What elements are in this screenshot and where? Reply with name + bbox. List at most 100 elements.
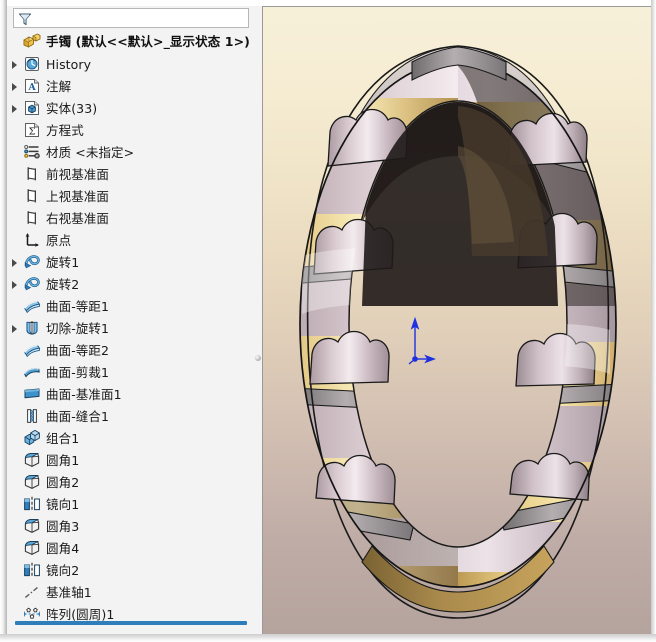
surface-plane-icon <box>22 385 43 405</box>
tree-item[interactable]: Σ 方程式 <box>7 120 254 142</box>
tree-item-label: 曲面-等距2 <box>46 342 110 358</box>
tree-item[interactable]: 曲面-基准面1 <box>7 384 254 406</box>
tree-item-expander[interactable] <box>7 318 22 340</box>
revolve-icon <box>22 275 43 295</box>
tree-item[interactable]: 基准轴1 <box>7 582 254 604</box>
tree-item-expander-empty <box>7 582 22 604</box>
feature-manager-panel: 手镯 (默认<<默认>_显示状态 1>) History A 注解实体(33) Σ 方程… <box>7 6 254 634</box>
tree-item-label: 镜向2 <box>46 562 80 578</box>
tree-item-expander-empty <box>7 362 22 384</box>
tree-item-expander[interactable] <box>7 76 22 98</box>
tree-filter-input[interactable] <box>13 8 249 28</box>
tree-item[interactable]: 前视基准面 <box>7 164 254 186</box>
feature-tree-scroll-area[interactable]: 手镯 (默认<<默认>_显示状态 1>) History A 注解实体(33) Σ 方程… <box>7 30 254 626</box>
tree-item[interactable]: 圆角4 <box>7 538 254 560</box>
tree-item[interactable]: 上视基准面 <box>7 186 254 208</box>
tree-item[interactable]: A 注解 <box>7 76 254 98</box>
tree-item[interactable]: 镜向1 <box>7 494 254 516</box>
tree-item-label: 阵列(圆周)1 <box>46 606 115 622</box>
revolve-icon <box>22 253 43 273</box>
surface-offset-icon <box>22 297 43 317</box>
tree-item[interactable]: 镜向2 <box>7 560 254 582</box>
tree-item-label: 旋转2 <box>46 276 80 292</box>
tree-item[interactable]: 曲面-缝合1 <box>7 406 254 428</box>
tree-item-expander-empty <box>7 538 22 560</box>
tree-item-expander-empty <box>7 450 22 472</box>
tree-root-expander[interactable] <box>7 31 22 53</box>
tree-item[interactable]: 旋转1 <box>7 252 254 274</box>
tree-item-label: 曲面-基准面1 <box>46 386 122 402</box>
tree-item[interactable]: 圆角3 <box>7 516 254 538</box>
tree-item-label: 右视基准面 <box>46 210 110 226</box>
tree-item-expander-empty <box>7 208 22 230</box>
tree-item-label: 旋转1 <box>46 254 80 270</box>
tree-item-expander-empty <box>7 340 22 362</box>
tree-item-expander-empty <box>7 384 22 406</box>
tree-item-expander-empty <box>7 230 22 252</box>
plane-icon <box>22 209 43 229</box>
tree-item-expander-empty <box>7 164 22 186</box>
tree-item-expander-empty <box>7 406 22 428</box>
revolve-cut-icon <box>22 319 43 339</box>
tree-item-label: 切除-旋转1 <box>46 320 110 336</box>
tree-item-label: 镜向1 <box>46 496 80 512</box>
fillet-icon <box>22 473 43 493</box>
tree-item[interactable]: 圆角1 <box>7 450 254 472</box>
tree-item-expander-empty <box>7 472 22 494</box>
tree-item-label: 组合1 <box>46 430 80 446</box>
tree-item-label: 圆角4 <box>46 540 80 556</box>
surface-offset-icon <box>22 341 43 361</box>
tree-item-label: 曲面-等距1 <box>46 298 110 314</box>
tree-root-label: 手镯 (默认<<默认>_显示状态 1>) <box>46 33 250 49</box>
splitter-handle[interactable] <box>255 355 261 361</box>
plane-icon <box>22 187 43 207</box>
mirror-icon <box>22 495 43 515</box>
tree-root-item[interactable]: 手镯 (默认<<默认>_显示状态 1>) <box>7 30 254 54</box>
tree-item-expander-empty <box>7 142 22 164</box>
fillet-icon <box>22 451 43 471</box>
mirror-icon <box>22 561 43 581</box>
tree-item-expander[interactable] <box>7 54 22 76</box>
annotations-icon: A <box>22 77 43 97</box>
tree-item[interactable]: 圆角2 <box>7 472 254 494</box>
tree-item-label: 上视基准面 <box>46 188 110 204</box>
plane-icon <box>22 165 43 185</box>
tree-item[interactable]: 曲面-等距2 <box>7 340 254 362</box>
tree-item-label: 圆角1 <box>46 452 80 468</box>
origin-icon <box>22 231 43 251</box>
tree-item-label: 前视基准面 <box>46 166 110 182</box>
rollback-bar[interactable] <box>15 621 247 625</box>
tree-item-label: 圆角3 <box>46 518 80 534</box>
combine-icon <box>22 429 43 449</box>
tree-item-label: 实体(33) <box>46 100 98 116</box>
panel-splitter[interactable] <box>254 6 262 634</box>
filter-funnel-icon <box>17 11 33 27</box>
tree-item-expander-empty <box>7 120 22 142</box>
tree-item-expander[interactable] <box>7 252 22 274</box>
tree-item-label: 曲面-剪裁1 <box>46 364 110 380</box>
tree-item[interactable]: 组合1 <box>7 428 254 450</box>
tree-item[interactable]: 实体(33) <box>7 98 254 120</box>
surface-knit-icon <box>22 407 43 427</box>
tree-item[interactable]: 曲面-等距1 <box>7 296 254 318</box>
material-icon <box>22 143 43 163</box>
tree-item-expander[interactable] <box>7 98 22 120</box>
fillet-icon <box>22 539 43 559</box>
tree-item[interactable]: 原点 <box>7 230 254 252</box>
tree-item[interactable]: 曲面-剪裁1 <box>7 362 254 384</box>
tree-item-expander-empty <box>7 186 22 208</box>
tree-item[interactable]: 右视基准面 <box>7 208 254 230</box>
tree-item[interactable]: 材质 <未指定> <box>7 142 254 164</box>
tree-item-expander[interactable] <box>7 274 22 296</box>
tree-item[interactable]: 旋转2 <box>7 274 254 296</box>
tree-item[interactable]: History <box>7 54 254 76</box>
history-icon <box>22 55 43 75</box>
surface-trim-icon <box>22 363 43 383</box>
graphics-viewport[interactable] <box>262 6 651 634</box>
tree-item-label: 基准轴1 <box>46 584 92 600</box>
solid-bodies-icon <box>22 99 43 119</box>
tree-item-label: 方程式 <box>46 122 84 138</box>
axis-icon <box>22 583 43 603</box>
tree-item[interactable]: 切除-旋转1 <box>7 318 254 340</box>
cad-application-window: 手镯 (默认<<默认>_显示状态 1>) History A 注解实体(33) Σ 方程… <box>0 0 656 642</box>
